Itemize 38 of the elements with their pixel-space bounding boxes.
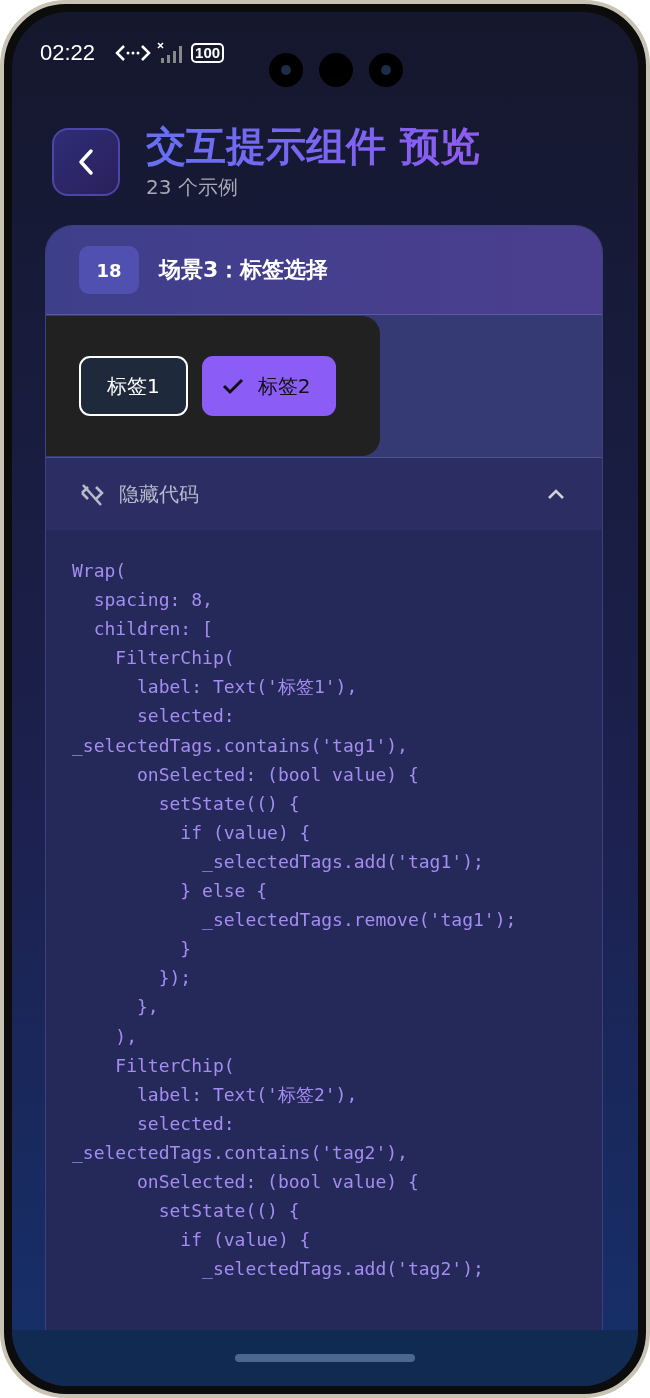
index-badge: 18 <box>79 246 139 294</box>
example-count: 23 个示例 <box>146 174 239 201</box>
code-line: FilterChip( <box>114 1053 236 1078</box>
code-line: FilterChip( <box>114 646 236 671</box>
code-line: if (value) { <box>179 1228 312 1253</box>
check-icon <box>221 377 244 395</box>
code-line: children: [ <box>92 617 214 642</box>
code-line: selected: <box>136 1111 236 1136</box>
battery-level: 100 <box>191 43 225 63</box>
code-line: _selectedTags.add('tag2'); <box>201 1257 485 1282</box>
back-button[interactable] <box>52 127 120 196</box>
chevron-icon <box>546 487 566 501</box>
code-line: ), <box>114 1024 139 1049</box>
code-line: _selectedTags.contains('tag2'), <box>72 1140 409 1165</box>
page-title: 交互提示组件 预览 <box>146 122 480 170</box>
filter-chip[interactable]: 标签2 <box>201 356 337 416</box>
data-transfer-icon <box>115 43 152 63</box>
code-toggle-button[interactable]: 隐藏代码 <box>46 458 602 530</box>
code-line: onSelected: (bool value) { <box>136 762 420 787</box>
code-line: selected: <box>136 704 236 729</box>
code-line: if (value) { <box>179 820 312 845</box>
code-line: } <box>179 937 193 962</box>
code-line: _selectedTags.contains('tag1'), <box>72 733 409 758</box>
code-line: } else { <box>179 879 269 904</box>
code-line: Wrap( <box>72 559 128 583</box>
status-time: 02:22 <box>40 40 96 66</box>
code-line: _selectedTags.remove('tag1'); <box>201 908 518 933</box>
code-line: label: Text('标签1'), <box>136 675 359 700</box>
card-title: 场景3：标签选择 <box>159 256 329 284</box>
code-line: _selectedTags.add('tag1'); <box>201 849 485 874</box>
code-line: label: Text('标签2'), <box>136 1082 359 1107</box>
code-line: }); <box>157 966 193 991</box>
code-line: }, <box>136 995 160 1020</box>
code-line: onSelected: (bool value) { <box>136 1169 420 1194</box>
code-line: spacing: 8, <box>92 588 214 613</box>
filter-chip[interactable]: 标签1 <box>79 356 188 416</box>
code-line: setState(() { <box>157 1199 301 1224</box>
code-line: setState(() { <box>157 791 301 816</box>
